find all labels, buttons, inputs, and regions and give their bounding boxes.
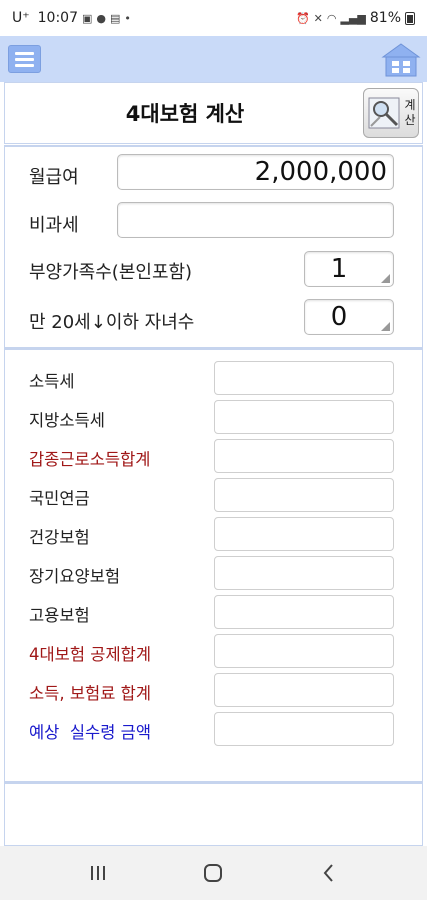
children-spinner[interactable]: 0: [304, 299, 394, 335]
message-notification-icon: ▤: [110, 11, 121, 25]
gallery-notification-icon: ▣: [82, 11, 93, 25]
dependents-label: 부양가족수(본인포함): [29, 262, 193, 283]
result-field-net-pay: [214, 712, 394, 746]
mute-icon: ✕: [313, 11, 323, 25]
hamburger-menu-icon[interactable]: [8, 45, 41, 73]
app-bar: [0, 36, 427, 82]
result-panel: 소득세 지방소득세 갑종근로소득합계 국민연금 건강보험 장기요양보험 고용보험…: [4, 348, 423, 782]
status-bar: U⁺ 10:07 ▣ ● ▤ • ⏰ ✕ ◠ ▂▄▆ 81%: [0, 0, 427, 36]
wifi-icon: ◠: [326, 11, 337, 25]
alarm-icon: ⏰: [295, 11, 310, 25]
battery-icon: [405, 11, 415, 25]
result-field-employment-insurance: [214, 595, 394, 629]
nontax-label: 비과세: [29, 215, 79, 236]
result-field-long-term-care: [214, 556, 394, 590]
title-bar: 4대보험 계산 계 산: [4, 82, 423, 144]
result-label-income-insurance-total: 소득, 보험료 합계: [29, 684, 151, 703]
home-icon[interactable]: [381, 42, 421, 78]
more-notifications-icon: •: [124, 11, 131, 25]
input-panel: 월급여 2,000,000 비과세 부양가족수(본인포함) 1 만 20세↓이하…: [4, 145, 423, 348]
result-label-earned-income-total: 갑종근로소득합계: [29, 450, 151, 469]
result-label-national-pension: 국민연금: [29, 489, 90, 508]
calculate-button[interactable]: 계 산: [363, 88, 419, 138]
dependents-spinner[interactable]: 1: [304, 251, 394, 287]
bottom-panel: [4, 782, 423, 846]
calculate-button-label: 계 산: [404, 98, 416, 127]
signal-icon: ▂▄▆: [340, 11, 366, 25]
page-title: 4대보험 계산: [125, 102, 245, 126]
result-label-insurance-deduction-total: 4대보험 공제합계: [29, 645, 152, 664]
children-label: 만 20세↓이하 자녀수: [29, 312, 195, 333]
home-nav-icon[interactable]: [193, 853, 233, 893]
recent-apps-icon[interactable]: [78, 853, 118, 893]
system-nav-bar: [0, 846, 427, 900]
result-field-income-insurance-total: [214, 673, 394, 707]
result-label-long-term-care: 장기요양보험: [29, 567, 121, 586]
salary-label: 월급여: [29, 167, 79, 188]
calculator-search-icon: [368, 97, 400, 129]
chat-notification-icon: ●: [96, 11, 107, 25]
result-field-health-insurance: [214, 517, 394, 551]
result-field-insurance-deduction-total: [214, 634, 394, 668]
result-field-income-tax: [214, 361, 394, 395]
result-field-earned-income-total: [214, 439, 394, 473]
clock: 10:07: [37, 10, 78, 26]
result-label-employment-insurance: 고용보험: [29, 606, 90, 625]
carrier-label: U⁺: [12, 10, 30, 26]
salary-input[interactable]: 2,000,000: [117, 154, 394, 190]
result-label-income-tax: 소득세: [29, 372, 75, 391]
result-field-local-tax: [214, 400, 394, 434]
result-label-health-insurance: 건강보험: [29, 528, 90, 547]
back-icon[interactable]: [309, 853, 349, 893]
nontax-input[interactable]: [117, 202, 394, 238]
result-field-national-pension: [214, 478, 394, 512]
result-label-local-tax: 지방소득세: [29, 411, 105, 430]
result-label-net-pay: 예상 실수령 금액: [29, 723, 151, 742]
battery-percent: 81%: [369, 10, 401, 26]
